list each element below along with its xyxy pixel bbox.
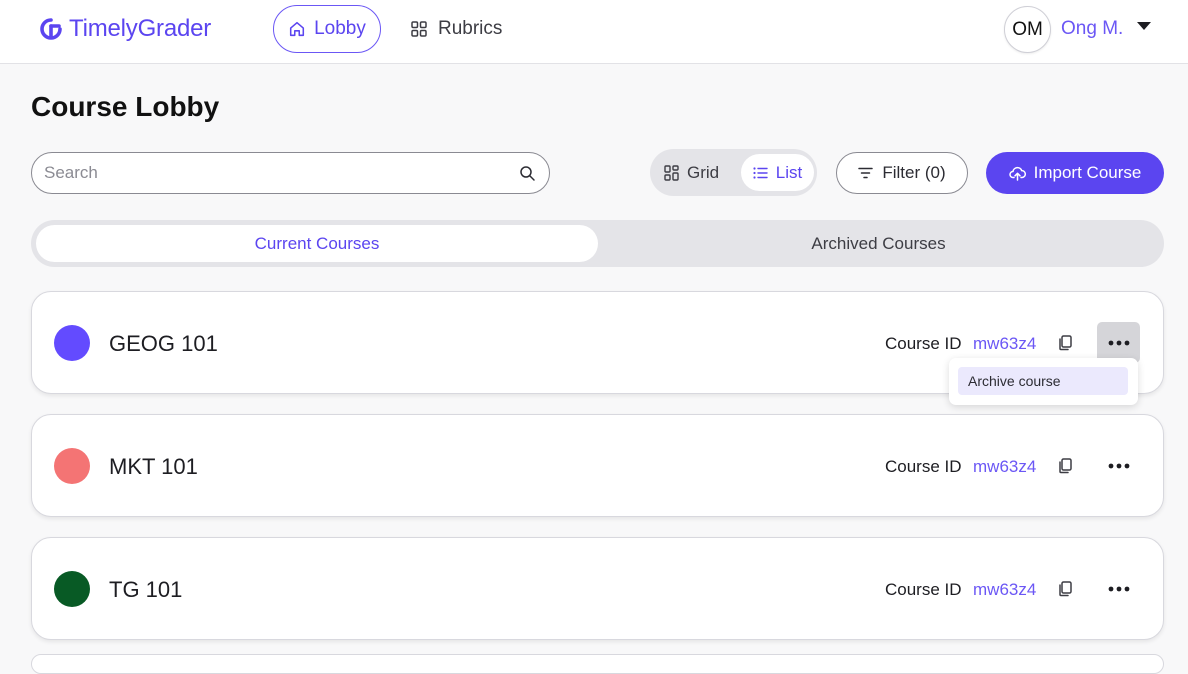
app-logo[interactable]: TimelyGrader <box>39 14 211 44</box>
course-id-value: mw63z4 <box>973 457 1037 476</box>
filter-label: Filter (0) <box>882 163 946 182</box>
more-options-button[interactable] <box>1097 568 1140 609</box>
import-course-button[interactable]: Import Course <box>986 152 1164 194</box>
more-options-button[interactable] <box>1097 445 1140 486</box>
cloud-upload-icon <box>1008 166 1026 181</box>
course-id-label: Course ID <box>885 457 962 476</box>
tab-current-courses[interactable]: Current Courses <box>36 225 598 262</box>
course-name: MKT 101 <box>109 454 198 479</box>
course-card-partial[interactable] <box>31 654 1164 674</box>
nav-lobby[interactable]: Lobby <box>273 5 381 53</box>
course-id-label: Course ID <box>885 334 962 353</box>
tab-archived-courses[interactable]: Archived Courses <box>598 225 1159 262</box>
course-id-label: Course ID <box>885 580 962 599</box>
search-box <box>31 152 550 194</box>
nav-rubrics[interactable]: Rubrics <box>410 5 502 53</box>
nav-lobby-label: Lobby <box>314 18 366 39</box>
course-name: TG 101 <box>109 577 183 602</box>
view-grid-button[interactable]: Grid <box>664 155 719 190</box>
avatar[interactable]: OM <box>1004 6 1051 53</box>
more-options-button[interactable] <box>1097 322 1140 363</box>
course-card[interactable]: TG 101 Course ID mw63z4 <box>31 537 1164 640</box>
course-color-dot <box>54 448 90 484</box>
search-icon[interactable] <box>519 165 536 182</box>
course-name: GEOG 101 <box>109 331 218 356</box>
view-toggle: Grid List <box>650 149 817 196</box>
more-icon <box>1108 463 1129 468</box>
copy-icon[interactable] <box>1057 457 1074 474</box>
user-name[interactable]: Ong M. <box>1061 18 1123 40</box>
course-id-value: mw63z4 <box>973 580 1037 599</box>
grid-icon <box>411 21 427 37</box>
more-icon <box>1108 586 1129 591</box>
course-id-value: mw63z4 <box>973 334 1037 353</box>
page-title: Course Lobby <box>31 91 220 122</box>
app-name: TimelyGrader <box>69 15 212 42</box>
course-options-menu: Archive course <box>949 358 1138 405</box>
course-color-dot <box>54 571 90 607</box>
view-grid-label: Grid <box>687 162 720 182</box>
home-icon <box>290 21 305 37</box>
more-icon <box>1108 340 1129 345</box>
list-view-icon <box>753 166 768 179</box>
grid-view-icon <box>664 164 679 181</box>
copy-icon[interactable] <box>1057 580 1074 597</box>
filter-icon <box>858 167 874 179</box>
top-bar: TimelyGrader Lobby Rubrics OM Ong M. <box>0 0 1188 64</box>
import-course-label: Import Course <box>1033 163 1142 182</box>
caret-down-icon[interactable] <box>1137 22 1151 30</box>
view-list-button[interactable]: List <box>741 154 814 191</box>
nav-rubrics-label: Rubrics <box>438 18 503 39</box>
course-card[interactable]: MKT 101 Course ID mw63z4 <box>31 414 1164 517</box>
search-input[interactable] <box>44 153 504 193</box>
view-list-label: List <box>775 162 803 182</box>
course-color-dot <box>54 325 90 361</box>
copy-icon[interactable] <box>1057 334 1074 351</box>
archive-course-option[interactable]: Archive course <box>958 367 1128 395</box>
logo-icon <box>40 18 62 40</box>
filter-button[interactable]: Filter (0) <box>836 152 968 194</box>
course-tabs: Current Courses Archived Courses <box>31 220 1164 267</box>
